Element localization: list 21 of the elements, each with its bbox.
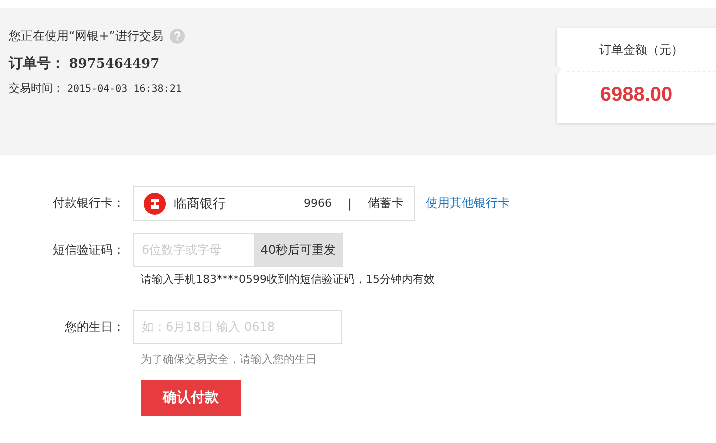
amount-value: 6988.00 — [599, 83, 674, 107]
bank-card-select[interactable]: 临商银行 9966 | 储蓄卡 — [133, 186, 415, 221]
other-card-link[interactable]: 使用其他银行卡 — [426, 195, 510, 212]
bank-logo-icon — [144, 192, 166, 214]
order-number: 8975464497 — [69, 57, 160, 72]
card-type: 储蓄卡 — [368, 195, 404, 212]
sms-hint: 请输入手机183****0599收到的短信验证码，15分钟内有效 — [141, 272, 436, 287]
confirm-payment-button[interactable]: 确认付款 — [141, 380, 241, 416]
amount-label: 订单金额（元） — [567, 28, 716, 72]
card-number: 9966 — [304, 197, 332, 210]
birthday-hint: 为了确保交易安全，请输入您的生日 — [141, 352, 318, 367]
order-label: 订单号： — [9, 56, 65, 72]
notice-text: 您正在使用“网银+”进行交易 — [9, 28, 164, 45]
bank-name: 临商银行 — [174, 196, 227, 212]
time-label: 交易时间： — [9, 82, 64, 95]
field-label: 您的生日： — [64, 318, 126, 336]
help-icon[interactable] — [170, 29, 184, 44]
field-label: 短信验证码： — [52, 242, 126, 258]
time-value: 2015-04-03 16:38:21 — [68, 84, 182, 95]
field-label: 付款银行卡： — [52, 195, 126, 212]
separator: | — [348, 196, 352, 210]
